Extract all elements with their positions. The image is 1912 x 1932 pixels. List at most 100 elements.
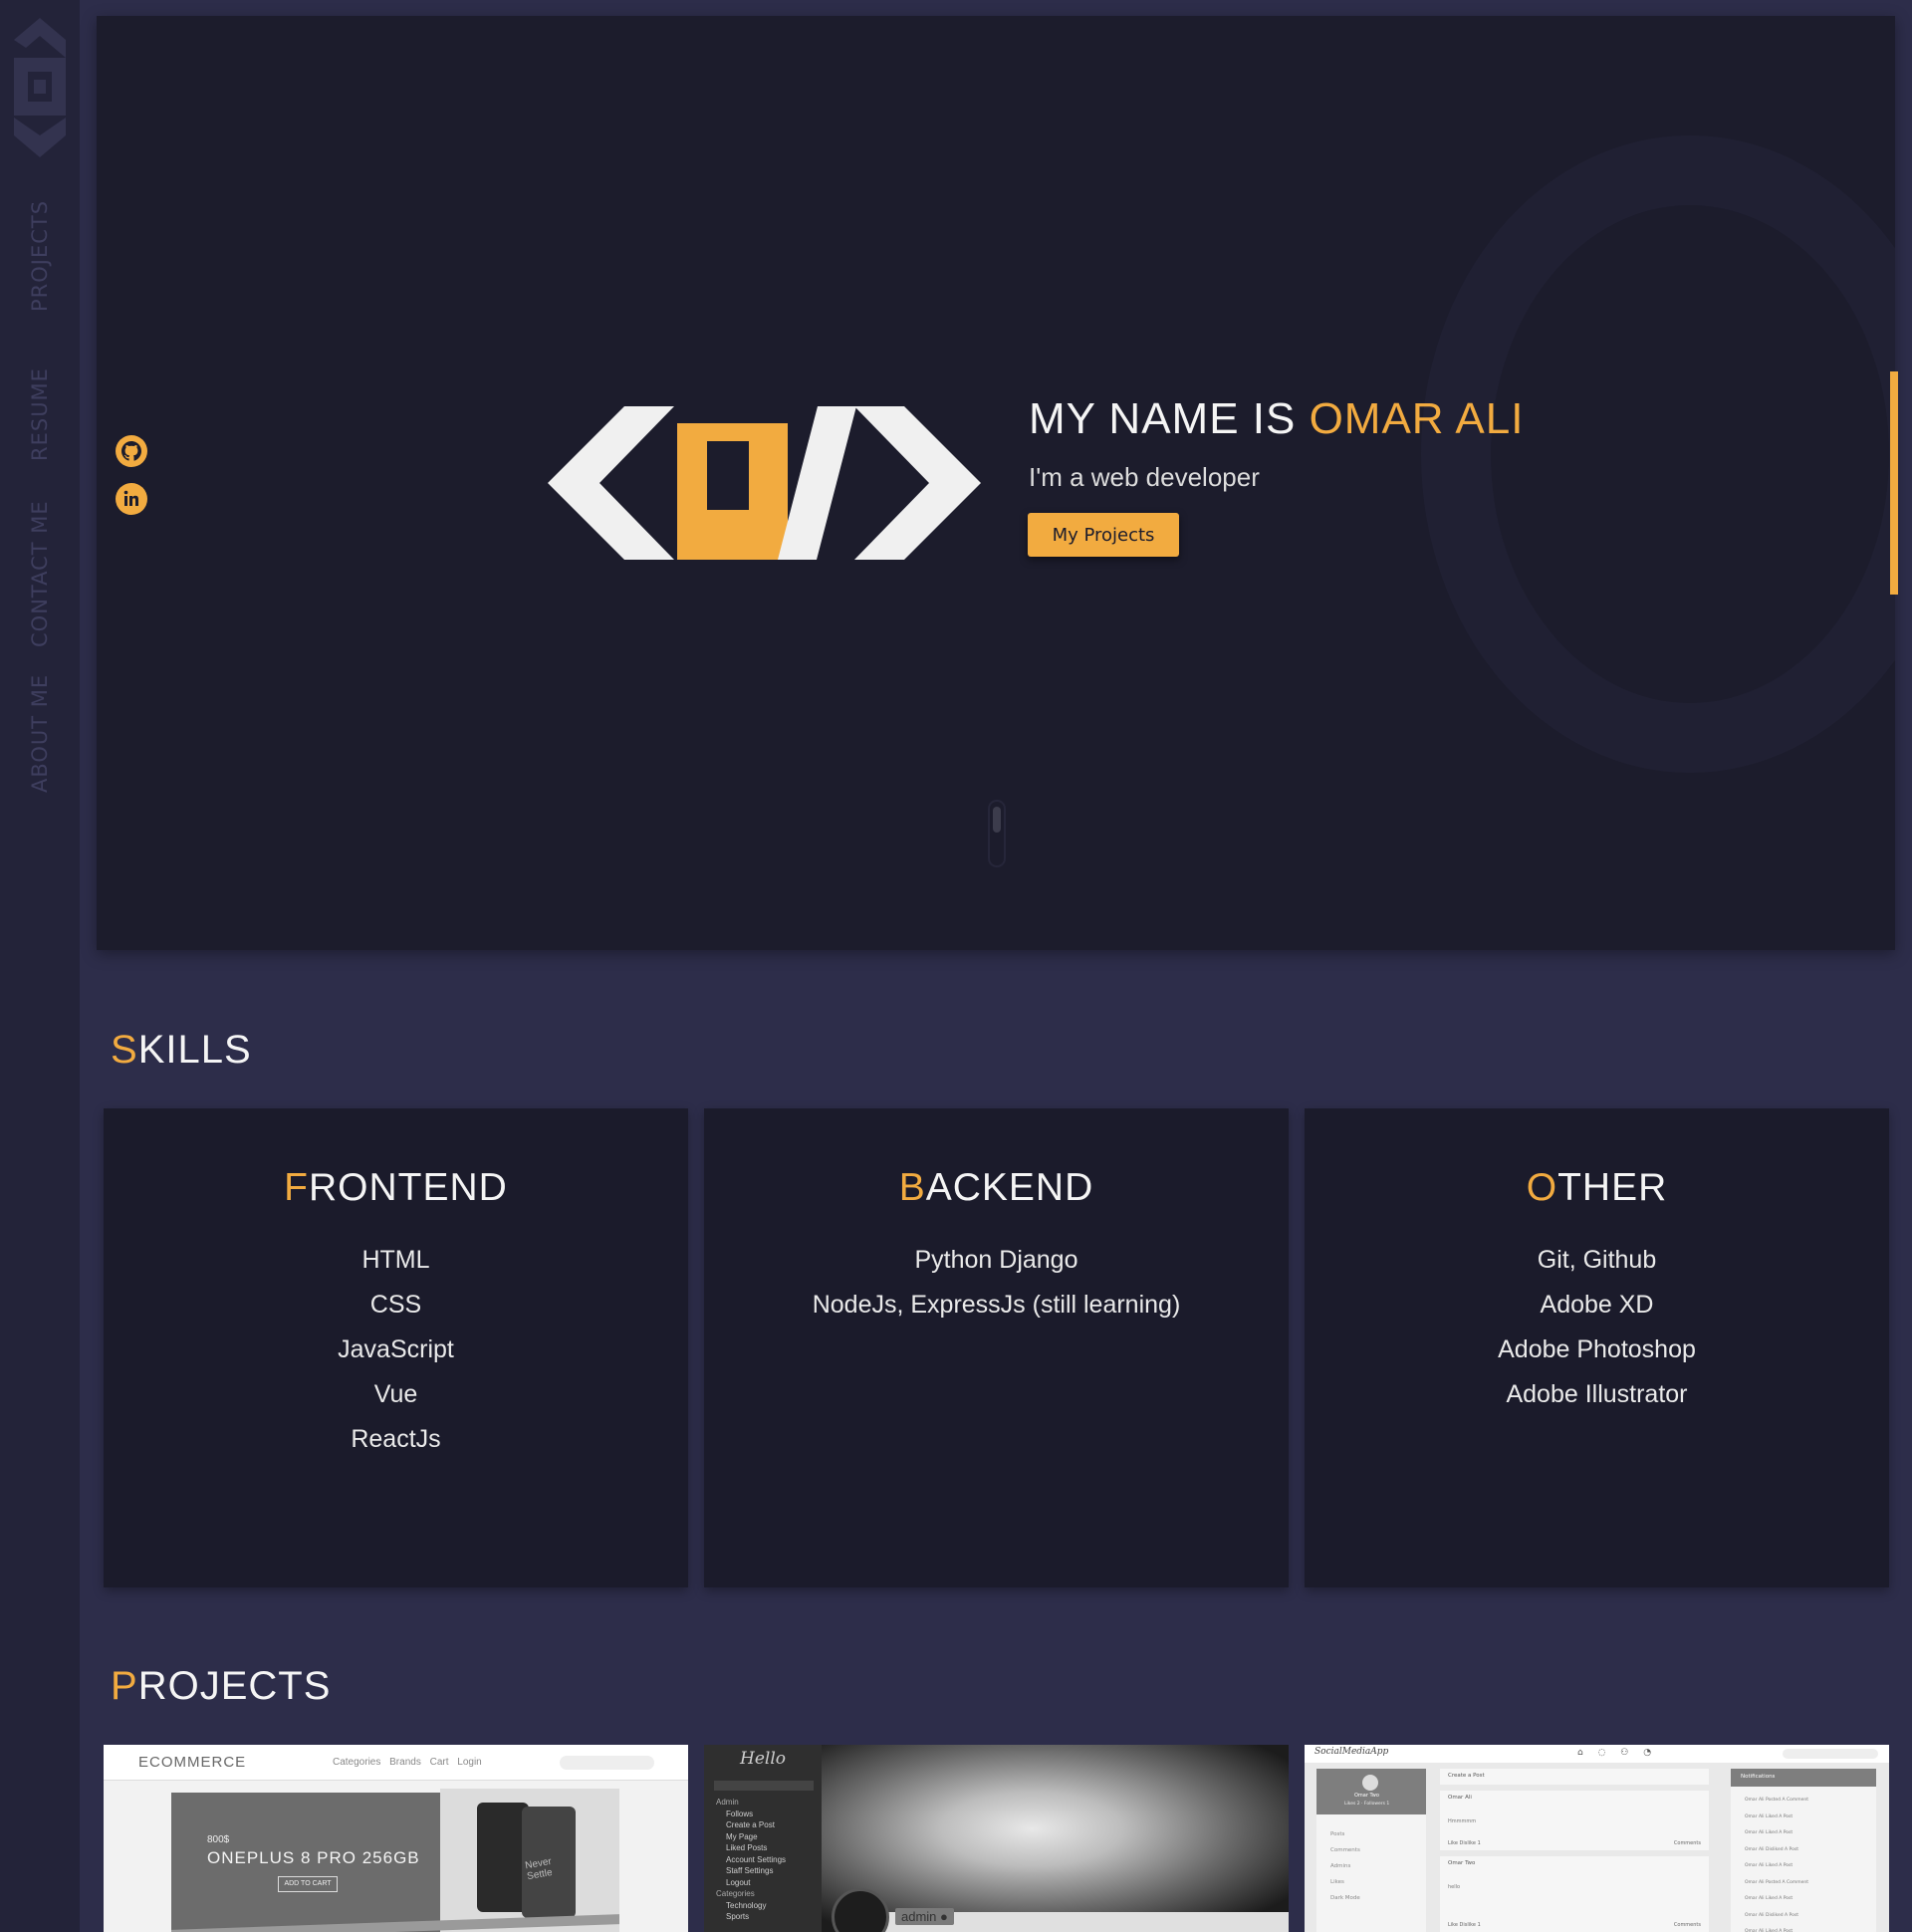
phone-image: Never Settle [522,1807,576,1918]
card-title-rest: RONTEND [308,1166,508,1209]
skill-item: Git, Github [1537,1246,1657,1274]
skills-title-rest: KILLS [137,1028,252,1072]
hero-title-name: OMAR ALI [1309,394,1525,443]
menu-item: Staff Settings [726,1866,774,1875]
create-post-box: Create a Post [1440,1769,1709,1785]
card-title-rest: THER [1557,1166,1668,1209]
sidebar-nav-projects[interactable]: PROJECTS [24,195,56,317]
scroll-indicator-dot [993,807,1001,833]
project-screenshot-cart-button: ADD TO CART [278,1876,338,1892]
skill-item: ReactJs [351,1425,441,1453]
profile-header: Omar Two Likes 2 · Followers 1 [1316,1769,1426,1814]
project-card-blog[interactable]: Hello Admin Follows Create a Post My Pag… [704,1745,1289,1932]
post-comments: Comments [1673,1840,1701,1846]
hero-section: MY NAME IS OMAR ALI I'm a web developer … [97,16,1895,950]
cat-photo-image [822,1745,1289,1932]
notification-item: Omar Ali Liked A Post [1745,1929,1793,1932]
skill-item: HTML [361,1246,430,1274]
linkedin-icon[interactable] [115,482,148,516]
github-icon[interactable] [115,434,148,468]
hero-title-prefix: MY NAME IS [1029,394,1310,443]
skill-list: Python Django NodeJs, ExpressJs (still l… [704,1238,1289,1328]
menu-item: Comments [1330,1847,1360,1853]
project-screenshot-brand: ECOMMERCE [138,1754,247,1771]
scroll-down-indicator[interactable] [988,800,1006,867]
menu-item: Technology [726,1900,767,1910]
project-screenshot-profile-panel: Omar Two Likes 2 · Followers 1 Posts Com… [1316,1769,1426,1932]
menu-item: Admin [716,1798,739,1807]
post-actions: Like Dislike 1 [1448,1922,1481,1928]
notification-item: Omar Ali Posted A Comment [1745,1879,1808,1885]
project-screenshot-product: ONEPLUS 8 PRO 256GB [207,1848,420,1867]
project-screenshot-nav-icons: ⌂ ◌ ⚇ ◔ [1577,1748,1658,1758]
hero-subtitle: I'm a web developer [1029,462,1260,492]
post-actions: Like Dislike 1 [1448,1840,1481,1846]
sidebar-nav-about-me[interactable]: ABOUT ME [24,669,56,797]
notifications-list: Omar Ali Posted A Comment Omar Ali Liked… [1745,1793,1808,1932]
menu-item: Categories [716,1889,755,1898]
project-screenshot-notifications: Notifications Omar Ali Posted A Comment … [1731,1769,1876,1932]
project-screenshot-menu: Admin Follows Create a Post My Page Like… [716,1797,786,1923]
project-screenshot-logo: Hello [740,1749,786,1769]
skill-card-frontend: FRONTEND HTML CSS JavaScript Vue ReactJs [104,1108,688,1587]
hero-title: MY NAME IS OMAR ALI [1029,394,1524,444]
menu-item: Liked Posts [726,1843,768,1852]
skill-card-title: BACKEND [704,1166,1289,1210]
project-card-ecommerce[interactable]: ECOMMERCE Categories Brands Cart Login 8… [104,1745,688,1932]
skills-title: SKILLS [111,1028,252,1073]
project-screenshot-search [560,1756,654,1770]
card-title-first: B [898,1166,926,1209]
skill-item: JavaScript [338,1335,454,1363]
site-logo-icon[interactable] [14,18,66,157]
project-screenshot-feed: Create a Post Omar Ali Hmmmmm Like Disli… [1440,1769,1709,1932]
profile-name: Omar Two [1354,1793,1379,1799]
projects-title-first: P [111,1664,138,1708]
skill-item: Python Django [914,1246,1078,1274]
card-title-first: F [284,1166,309,1209]
skill-card-backend: BACKEND Python Django NodeJs, ExpressJs … [704,1108,1289,1587]
menu-item: Sports [726,1912,750,1921]
post-card: Omar Two hello Like Dislike 1 Comments [1440,1856,1709,1932]
notification-item: Omar Ali Liked A Post [1745,1896,1793,1901]
project-screenshot-search [1783,1749,1878,1759]
notification-item: Omar Ali Disliked A Post [1745,1846,1798,1852]
background-shape [1421,135,1895,773]
menu-item: Likes [1330,1879,1344,1885]
projects-title: PROJECTS [111,1664,331,1709]
post-author: Omar Ali [1448,1795,1472,1801]
phone-text: Never Settle [524,1855,554,1883]
menu-item: Follows [726,1809,754,1818]
post-card: Omar Ali Hmmmmm Like Dislike 1 Comments [1440,1791,1709,1850]
skill-card-title: FRONTEND [104,1166,688,1210]
notifications-header: Notifications [1731,1769,1876,1787]
hero-logo-icon [548,406,981,560]
skill-card-title: OTHER [1305,1166,1889,1210]
notification-item: Omar Ali Posted A Comment [1745,1798,1808,1803]
post-comments: Comments [1673,1922,1701,1928]
my-projects-button[interactable]: My Projects [1028,513,1179,557]
menu-item: Logout [726,1877,751,1887]
notification-item: Omar Ali Disliked A Post [1745,1912,1798,1918]
project-card-social-media-app[interactable]: SocialMediaApp ⌂ ◌ ⚇ ◔ Omar Two Likes 2 … [1305,1745,1889,1932]
create-post-label: Create a Post [1448,1773,1485,1779]
project-screenshot-brand: SocialMediaApp [1314,1747,1389,1757]
project-screenshot-search [714,1781,814,1791]
menu-item: Create a Post [726,1820,775,1829]
card-title-first: O [1526,1166,1558,1209]
menu-item: Posts [1330,1831,1345,1837]
projects-title-rest: ROJECTS [137,1664,332,1708]
avatar [1362,1775,1378,1791]
sidebar: PROJECTS RESUME CONTACT ME ABOUT ME [0,0,80,1932]
skill-item: Adobe Photoshop [1498,1335,1696,1363]
notification-item: Omar Ali Liked A Post [1745,1830,1793,1835]
project-screenshot-price: 800$ [207,1834,230,1845]
sidebar-nav-resume[interactable]: RESUME [24,362,56,466]
skill-card-other: OTHER Git, Github Adobe XD Adobe Photosh… [1305,1108,1889,1587]
post-body: hello [1448,1884,1461,1890]
card-title-rest: ACKEND [925,1166,1094,1209]
scroll-progress-bar [1890,371,1898,595]
project-screenshot-admin-label: admin ● [895,1908,954,1925]
profile-menu: Posts Comments Admins Likes Dark Mode [1330,1826,1360,1906]
sidebar-nav-contact-me[interactable]: CONTACT ME [24,496,56,651]
skill-item: Adobe XD [1540,1291,1654,1319]
